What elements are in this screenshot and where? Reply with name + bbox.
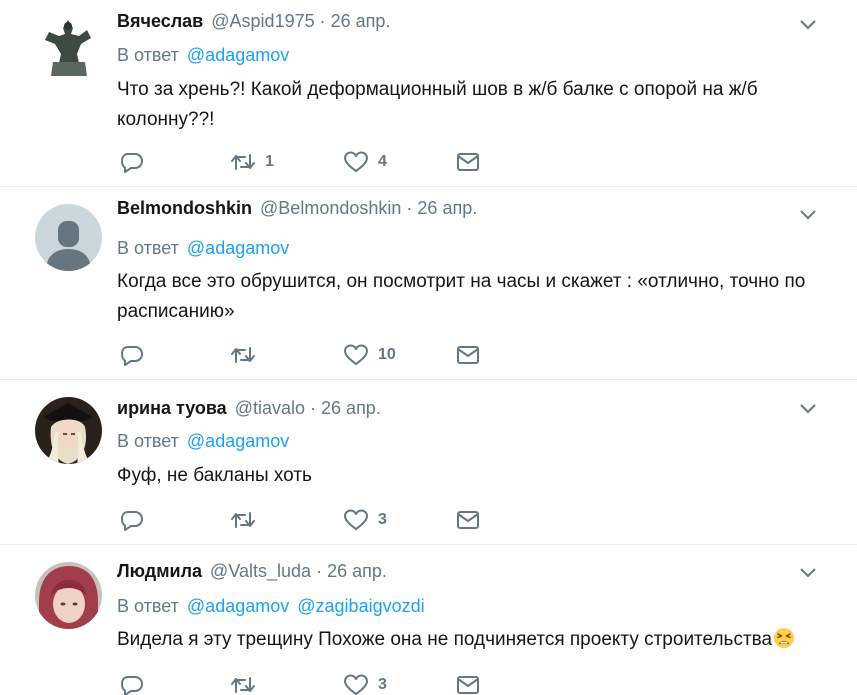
like-button[interactable]: 3 — [343, 670, 387, 695]
like-count: 3 — [378, 676, 387, 693]
author-name[interactable]: ирина туова — [117, 398, 227, 418]
tweet[interactable]: ирина туова @tiavalo · 26 апр. В ответ @… — [0, 380, 857, 545]
mention-link[interactable]: @zagibaigvozdi — [297, 596, 424, 616]
tweet-date[interactable]: 26 апр. — [321, 398, 381, 418]
separator-dot: · — [316, 561, 323, 581]
reply-context: В ответ @adagamov @zagibaigvozdi — [117, 594, 425, 618]
tweet-actions: 10 — [117, 340, 517, 370]
reply-context: В ответ @adagamov — [117, 43, 289, 67]
heart-icon — [344, 509, 368, 530]
tweet-actions: 3 — [117, 505, 517, 535]
retweet-icon — [231, 347, 255, 363]
mention-link[interactable]: @adagamov — [187, 238, 289, 258]
like-count: 10 — [378, 346, 396, 363]
mention-link[interactable]: @adagamov — [187, 45, 289, 65]
tweet-text: Что за хрень?! Какой деформационный шов … — [117, 79, 758, 130]
author-handle[interactable]: @Belmondoshkin — [260, 198, 401, 218]
tweet-text: Фуф, не бакланы хоть — [117, 465, 312, 486]
more-options-chevron-down-icon[interactable] — [796, 203, 820, 227]
retweet-button[interactable] — [230, 670, 265, 695]
reply-context: В ответ @adagamov — [117, 236, 289, 260]
retweet-icon — [231, 677, 255, 693]
reply-prefix: В ответ — [117, 431, 179, 451]
author-name[interactable]: Людмила — [117, 561, 202, 581]
retweet-icon — [231, 154, 255, 170]
separator-dot: · — [319, 11, 326, 31]
reply-button[interactable] — [119, 340, 154, 370]
tweet-date[interactable]: 26 апр. — [417, 198, 477, 218]
tweet[interactable]: Belmondoshkin @Belmondoshkin · 26 апр. В… — [0, 187, 857, 380]
like-button[interactable]: 4 — [343, 147, 387, 177]
mention-link[interactable]: @adagamov — [187, 431, 289, 451]
tweet-text: Когда все это обрушится, он посмотрит на… — [117, 271, 806, 322]
mention-link[interactable]: @adagamov — [187, 596, 289, 616]
retweet-count: 1 — [265, 153, 274, 170]
envelope-icon — [457, 153, 479, 171]
more-options-chevron-down-icon[interactable] — [796, 397, 820, 421]
envelope-icon — [457, 346, 479, 364]
like-button[interactable]: 3 — [343, 505, 387, 535]
direct-message-button[interactable] — [455, 340, 481, 370]
author-name[interactable]: Belmondoshkin — [117, 198, 252, 218]
reply-button[interactable] — [119, 505, 154, 535]
author-handle[interactable]: @Aspid1975 — [211, 11, 314, 31]
avatar[interactable] — [35, 14, 102, 81]
tweet-date[interactable]: 26 апр. — [327, 561, 387, 581]
tired-face-emoji-icon — [774, 628, 795, 648]
tweet[interactable]: Людмила @Valts_luda · 26 апр. В ответ @a… — [0, 545, 857, 695]
heart-icon — [344, 674, 368, 695]
retweet-button[interactable]: 1 — [230, 147, 274, 177]
like-button[interactable]: 10 — [343, 340, 396, 370]
reply-icon — [121, 153, 143, 173]
author-name[interactable]: Вячеслав — [117, 11, 203, 31]
reply-prefix: В ответ — [117, 238, 179, 258]
reply-context: В ответ @adagamov — [117, 429, 289, 453]
envelope-icon — [457, 511, 479, 529]
separator-dot: · — [406, 198, 413, 218]
heart-icon — [344, 151, 368, 172]
reply-icon — [121, 676, 143, 695]
avatar[interactable] — [35, 397, 102, 464]
separator-dot: · — [310, 398, 317, 418]
author-handle[interactable]: @Valts_luda — [210, 561, 311, 581]
tweet-actions: 1 4 — [117, 147, 517, 177]
tweet-text-content: Видела я эту трещину Похоже она не подчи… — [117, 629, 773, 650]
like-count: 3 — [378, 511, 387, 528]
tweet[interactable]: Вячеслав @Aspid1975 · 26 апр. В ответ @a… — [0, 0, 857, 187]
reply-button[interactable] — [119, 670, 154, 695]
retweet-button[interactable] — [230, 505, 265, 535]
reply-prefix: В ответ — [117, 45, 179, 65]
tweet-text: Видела я эту трещину Похоже она не подчи… — [117, 625, 817, 655]
reply-button[interactable] — [119, 147, 154, 177]
retweet-icon — [231, 512, 255, 528]
reply-icon — [121, 346, 143, 366]
direct-message-button[interactable] — [455, 147, 481, 177]
avatar[interactable] — [35, 204, 102, 271]
reply-prefix: В ответ — [117, 596, 179, 616]
envelope-icon — [457, 676, 479, 694]
reply-icon — [121, 511, 143, 531]
more-options-chevron-down-icon[interactable] — [796, 13, 820, 37]
tweet-actions: 3 — [117, 670, 517, 695]
more-options-chevron-down-icon[interactable] — [796, 561, 820, 585]
direct-message-button[interactable] — [455, 505, 481, 535]
author-handle[interactable]: @tiavalo — [235, 398, 305, 418]
like-count: 4 — [378, 153, 387, 170]
retweet-button[interactable] — [230, 340, 265, 370]
tweet-date[interactable]: 26 апр. — [331, 11, 391, 31]
avatar[interactable] — [35, 562, 102, 629]
heart-icon — [344, 344, 368, 365]
direct-message-button[interactable] — [455, 670, 481, 695]
